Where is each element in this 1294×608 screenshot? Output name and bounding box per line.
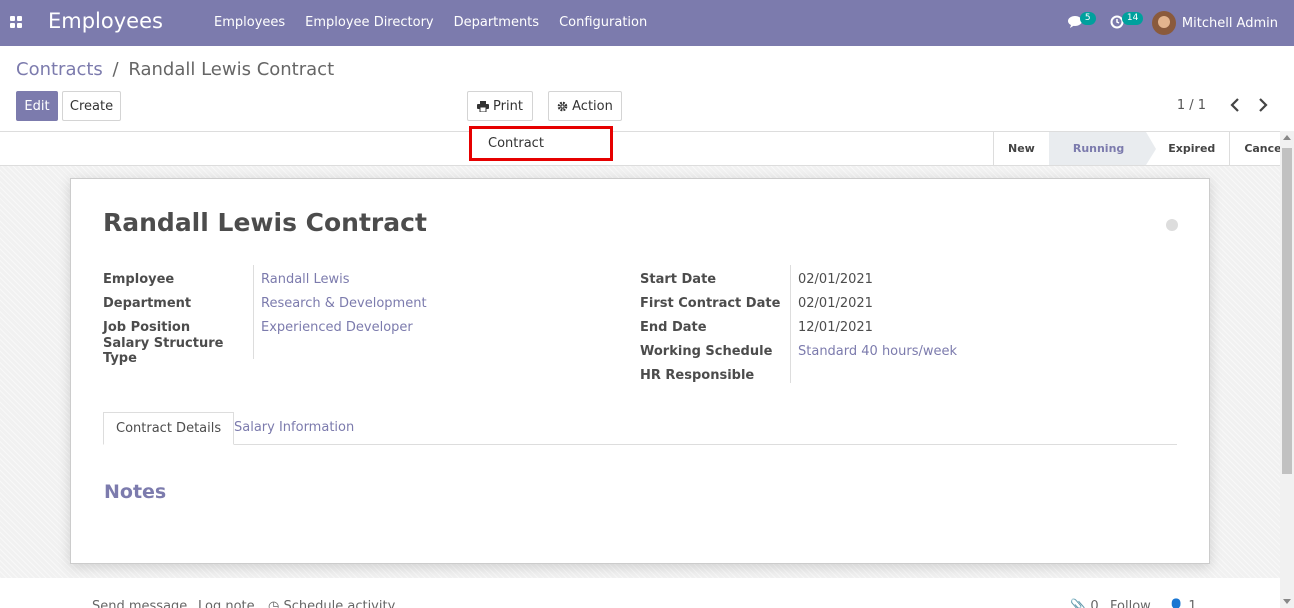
first-contract-date-value: 02/01/2021 <box>798 295 873 311</box>
pager-value[interactable]: 1 / 1 <box>1177 98 1206 113</box>
field-label: Working Schedule <box>640 343 773 359</box>
kanban-state-icon[interactable] <box>1166 219 1178 231</box>
end-date-value: 12/01/2021 <box>798 319 873 335</box>
chevron-left-icon[interactable] <box>1229 98 1241 112</box>
print-dropdown-menu: Contract <box>469 126 613 161</box>
action-button[interactable]: Action <box>548 91 622 121</box>
schedule-activity-button[interactable]: ◷ Schedule activity <box>268 599 395 608</box>
activity-menu[interactable]: 14 <box>1110 0 1144 46</box>
stage-running[interactable]: Running <box>1048 132 1157 165</box>
print-icon <box>477 100 490 112</box>
field-label: End Date <box>640 319 707 335</box>
stage-new[interactable]: New <box>994 132 1049 165</box>
avatar <box>1151 11 1176 35</box>
create-button[interactable]: Create <box>62 91 121 121</box>
user-name: Mitchell Admin <box>1181 15 1278 31</box>
print-label: Print <box>493 98 523 114</box>
menu-item-employee-directory[interactable]: Employee Directory <box>295 0 443 46</box>
attachments-count: 0 <box>1090 599 1099 608</box>
working-schedule-link[interactable]: Standard 40 hours/week <box>790 344 957 359</box>
breadcrumb-separator: / <box>112 59 119 80</box>
notes-heading: Notes <box>104 481 167 503</box>
messaging-menu[interactable]: 5 <box>1067 0 1096 46</box>
employee-link[interactable]: Randall Lewis <box>253 272 350 287</box>
top-navbar: Employees Employees Employee Directory D… <box>0 0 1294 46</box>
field-label: Employee <box>103 271 175 287</box>
field-label: Start Date <box>640 271 717 287</box>
breadcrumb: Contracts / Randall Lewis Contract <box>16 59 334 80</box>
field-row-salary-structure-type: Salary Structure Type <box>103 336 427 366</box>
menu-item-employees[interactable]: Employees <box>204 0 295 46</box>
print-button[interactable]: Print <box>467 91 533 121</box>
right-field-group: Start Date 02/01/2021 First Contract Dat… <box>640 267 957 387</box>
send-message-button[interactable]: Send message <box>92 599 187 608</box>
status-stages: New Running Expired Cancelled <box>993 132 1294 165</box>
field-label: HR Responsible <box>640 367 755 383</box>
scroll-thumb[interactable] <box>1282 148 1292 474</box>
field-label: First Contract Date <box>640 295 781 311</box>
statusbar: New Running Expired Cancelled <box>0 131 1294 166</box>
app-name[interactable]: Employees <box>48 9 163 33</box>
edit-button[interactable]: Edit <box>16 91 58 121</box>
field-row-department: Department Research & Development <box>103 291 427 315</box>
department-link[interactable]: Research & Development <box>253 296 427 311</box>
breadcrumb-current: Randall Lewis Contract <box>128 59 335 80</box>
field-row-hr-responsible: HR Responsible <box>640 363 957 387</box>
apps-menu-icon[interactable] <box>10 16 22 28</box>
field-label: Department <box>103 295 192 311</box>
gear-icon <box>557 101 568 111</box>
field-row-start-date: Start Date 02/01/2021 <box>640 267 957 291</box>
tab-salary-information[interactable]: Salary Information <box>222 412 366 445</box>
start-date-value: 02/01/2021 <box>798 271 873 287</box>
user-menu[interactable]: Mitchell Admin <box>1151 11 1278 35</box>
activities-count-badge: 14 <box>1121 12 1144 25</box>
scroll-down-icon[interactable] <box>1283 599 1291 604</box>
log-note-button[interactable]: Log note <box>198 599 255 608</box>
record-title: Randall Lewis Contract <box>103 208 427 237</box>
messages-count-badge: 5 <box>1079 12 1096 25</box>
field-row-end-date: End Date 12/01/2021 <box>640 315 957 339</box>
follow-button[interactable]: Follow <box>1110 599 1151 608</box>
menu-item-configuration[interactable]: Configuration <box>549 0 657 46</box>
form-sheet: Randall Lewis Contract Employee Randall … <box>70 178 1210 564</box>
notebook-tabs: Contract Details Salary Information <box>103 412 1177 445</box>
field-row-employee: Employee Randall Lewis <box>103 267 427 291</box>
chatter-topbar: Send message Log note ◷ Schedule activit… <box>0 578 1280 608</box>
breadcrumb-contracts[interactable]: Contracts <box>16 59 103 80</box>
left-field-group: Employee Randall Lewis Department Resear… <box>103 267 427 367</box>
vertical-scrollbar[interactable] <box>1280 131 1294 608</box>
field-label: Job Position <box>103 319 191 335</box>
action-label: Action <box>572 98 613 114</box>
main-menu: Employees Employee Directory Departments… <box>204 0 657 46</box>
scroll-up-icon[interactable] <box>1283 135 1291 140</box>
followers-button[interactable]: 👤 1 <box>1168 599 1197 608</box>
stage-expired[interactable]: Expired <box>1146 132 1231 165</box>
user-icon: 👤 <box>1168 599 1185 608</box>
print-contract-item[interactable]: Contract <box>488 136 544 151</box>
schedule-activity-label: Schedule activity <box>283 599 396 608</box>
followers-count: 1 <box>1188 599 1197 608</box>
clock-icon: ◷ <box>268 599 280 608</box>
tab-contract-details[interactable]: Contract Details <box>103 412 235 445</box>
menu-item-departments[interactable]: Departments <box>444 0 549 46</box>
job-position-link[interactable]: Experienced Developer <box>253 320 413 335</box>
systray: 5 14 Mitchell Admin <box>1067 0 1294 46</box>
field-label: Salary Structure Type <box>103 336 224 366</box>
chevron-right-icon[interactable] <box>1257 98 1269 112</box>
attachments-button[interactable]: 📎 0 <box>1070 599 1099 608</box>
paperclip-icon: 📎 <box>1070 599 1087 608</box>
field-row-first-contract-date: First Contract Date 02/01/2021 <box>640 291 957 315</box>
field-row-working-schedule: Working Schedule Standard 40 hours/week <box>640 339 957 363</box>
